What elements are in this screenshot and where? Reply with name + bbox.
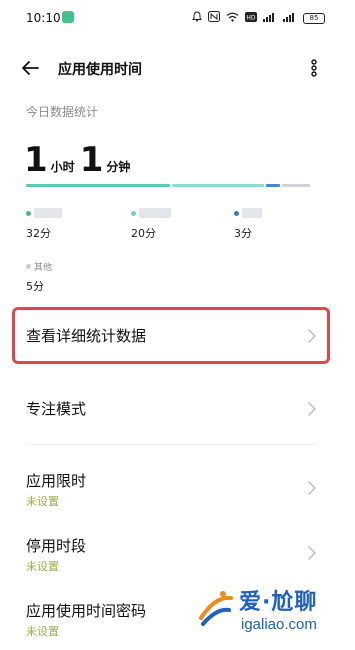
divider [26,444,316,445]
legend-dot [26,211,31,216]
legend-dot [131,211,136,216]
hd-icon: HD [245,11,257,25]
alarm-icon [192,11,202,25]
chevron-right-icon [307,401,317,417]
signal-icon [263,12,277,25]
nfc-icon [208,11,220,25]
usage-bar-segment [26,184,171,187]
battery-icon: 85 [303,12,325,24]
minutes-unit: 分钟 [106,160,131,174]
chevron-right-icon [307,480,317,496]
total-minutes: 1 [79,140,104,180]
downtime-status: 未设置 [26,560,59,573]
downtime-row[interactable]: 停用时段 未设置 [0,527,355,577]
app-limit-label: 应用限时 [26,472,87,490]
app-usage-value: 32分 [26,227,51,240]
focus-mode-label: 专注模式 [26,400,87,418]
app-name-other: 其他 [34,263,53,273]
downtime-label: 停用时段 [26,537,87,555]
usage-bar-segment [172,184,265,187]
wifi-icon [226,12,239,25]
app-usage-value: 3分 [234,227,252,240]
app-limit-status: 未设置 [26,495,59,508]
system-icons: HD 85 [192,11,325,25]
section-label-today: 今日数据统计 [26,105,99,119]
total-hours: 1 [24,140,48,180]
status-bar: 10:10 HD 85 [0,0,355,34]
watermark-logo-icon [193,588,237,632]
app-usage-value: 20分 [131,227,156,240]
notification-app-icon [62,11,74,23]
app-name-blurred [242,208,262,218]
legend-dot [26,264,31,269]
app-name-blurred [139,208,171,218]
usage-password-label: 应用使用时间密码 [26,602,147,620]
hours-unit: 小时 [50,160,75,174]
usage-password-status: 未设置 [26,625,59,638]
highlight-box [12,307,330,364]
app-limit-row[interactable]: 应用限时 未设置 [0,462,355,512]
back-arrow-icon[interactable] [20,57,42,79]
watermark: 爱·尬聊 igaliao.com [191,582,341,642]
focus-mode-row[interactable]: 专注模式 [0,385,355,433]
status-time: 10:10 [26,11,61,25]
app-name-blurred [34,208,62,218]
more-options-icon[interactable] [309,58,319,78]
page-title: 应用使用时间 [58,62,142,78]
legend-dot [234,211,239,216]
usage-bar-segment [266,184,281,187]
svg-text:HD: HD [246,14,256,21]
usage-bar [26,184,311,187]
chevron-right-icon [307,545,317,561]
total-usage-time: 1 小时 1 分钟 [24,140,135,180]
usage-bar-segment [282,184,311,187]
watermark-url: igaliao.com [241,616,317,633]
signal-icon [283,12,297,25]
app-bar: 应用使用时间 [0,50,355,86]
watermark-brand: 爱·尬聊 [239,590,318,615]
app-usage-value: 5分 [26,280,44,293]
